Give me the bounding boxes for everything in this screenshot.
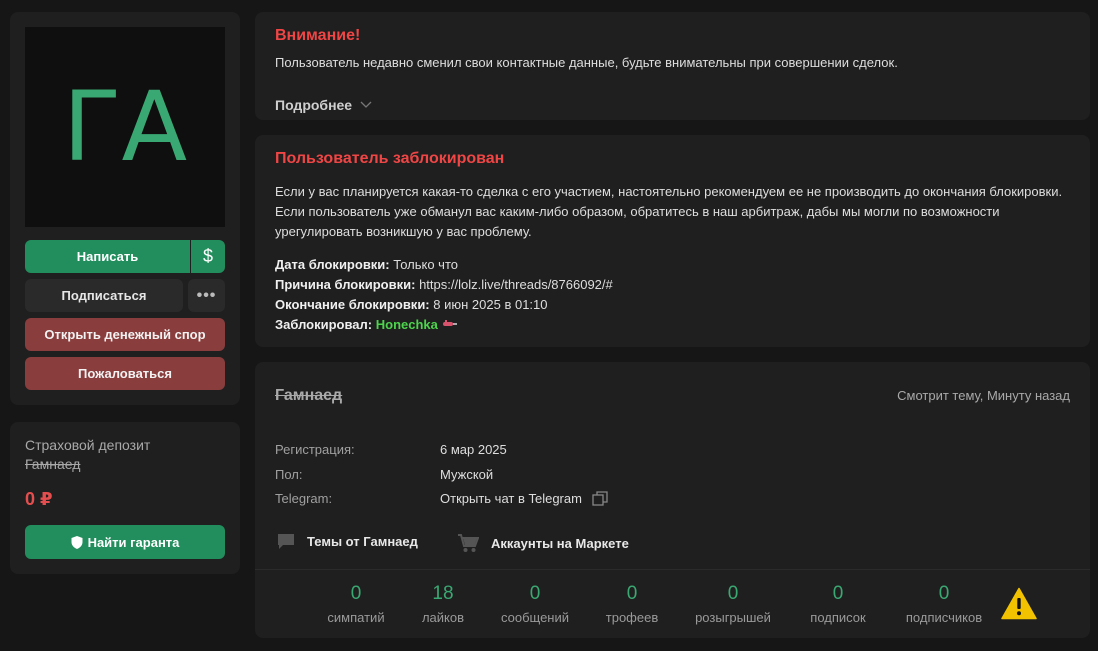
stat-sympathies[interactable]: 0 симпатий: [327, 583, 384, 627]
market-accounts-label: Аккаунты на Маркете: [491, 535, 629, 551]
user-activity-status: Смотрит тему, Минуту назад: [897, 388, 1070, 403]
ban-by-label: Заблокировал:: [275, 317, 373, 332]
user-threads-link[interactable]: Темы от Гамнаед: [277, 533, 418, 550]
stat-label: подписчиков: [905, 610, 983, 625]
open-dispute-button[interactable]: Открыть денежный спор: [25, 318, 225, 351]
profile-username: Гамнаед: [275, 387, 343, 404]
ban-date-row: Дата блокировки: Только что: [275, 255, 613, 275]
deposit-username: Гамнаед: [25, 456, 81, 472]
ban-by-row: Заблокировал: Honechka: [275, 315, 613, 337]
stat-label: симпатий: [327, 610, 385, 625]
comment-icon: [278, 534, 294, 549]
deposit-card: Страховой депозит Гамнаед 0 ₽ Найти гара…: [10, 422, 240, 574]
user-threads-label: Темы от Гамнаед: [307, 534, 418, 549]
gender-value: Мужской: [440, 467, 494, 482]
blocker-username[interactable]: Honechka: [376, 317, 438, 332]
stat-label: лайков: [421, 610, 465, 625]
stat-value: 0: [832, 583, 844, 604]
ban-reason-label: Причина блокировки:: [275, 277, 416, 292]
ban-title: Пользователь заблокирован: [275, 150, 505, 167]
ban-details: Дата блокировки: Только что Причина блок…: [275, 255, 613, 337]
stat-value: 0: [626, 583, 638, 604]
ban-end-label: Окончание блокировки:: [275, 297, 430, 312]
telegram-link-label: Открыть чат в Telegram: [440, 491, 582, 506]
more-details-label: Подробнее: [275, 97, 353, 113]
telegram-label: Telegram:: [275, 491, 333, 506]
stat-value: 0: [727, 583, 739, 604]
deposit-amount: 0 ₽: [25, 489, 53, 509]
cart-icon: [458, 534, 479, 552]
ban-date-value: Только что: [393, 257, 458, 272]
ban-date-label: Дата блокировки:: [275, 257, 390, 272]
stat-value: 0: [938, 583, 950, 604]
shield-icon: [71, 535, 83, 549]
profile-card: Гамнаед Смотрит тему, Минуту назад Регис…: [255, 362, 1090, 638]
stat-likes[interactable]: 18 лайков: [422, 583, 464, 627]
user-actions-card: ГА Написать $ Подписаться ••• Открыть де…: [10, 12, 240, 405]
deposit-label: Страховой депозит: [25, 437, 151, 453]
stat-label: розыгрышей: [695, 610, 771, 625]
stat-subscriptions[interactable]: 0 подписок: [810, 583, 865, 627]
stat-followers[interactable]: 0 подписчиков: [906, 583, 982, 627]
gender-label: Пол:: [275, 467, 303, 482]
write-message-button[interactable]: Написать: [25, 240, 190, 273]
ban-reason-row: Причина блокировки: https://lolz.live/th…: [275, 275, 613, 295]
registration-value: 6 мар 2025: [440, 442, 507, 457]
more-details-toggle[interactable]: Подробнее: [275, 97, 372, 113]
copy-icon[interactable]: [592, 491, 608, 506]
ban-notice: Пользователь заблокирован Если у вас пла…: [255, 135, 1090, 347]
stat-value: 18: [432, 583, 454, 604]
warning-title: Внимание!: [275, 27, 361, 44]
dollar-icon[interactable]: $: [191, 240, 225, 273]
contact-change-warning: Внимание! Пользователь недавно сменил св…: [255, 12, 1090, 120]
avatar-initials: ГА: [62, 71, 188, 183]
stat-label: подписок: [810, 610, 866, 625]
stat-value: 0: [529, 583, 541, 604]
stat-value: 0: [350, 583, 362, 604]
more-icon[interactable]: •••: [188, 279, 225, 312]
divider: [255, 569, 1090, 570]
report-button[interactable]: Пожаловаться: [25, 357, 225, 390]
warning-text: Пользователь недавно сменил свои контакт…: [275, 55, 898, 70]
find-guarantor-label: Найти гаранта: [87, 534, 180, 550]
registration-label: Регистрация:: [275, 442, 355, 457]
warning-icon[interactable]: [1001, 587, 1037, 620]
ban-end-row: Окончание блокировки: 8 июн 2025 в 01:10: [275, 295, 613, 315]
find-guarantor-button[interactable]: Найти гаранта: [25, 525, 225, 559]
ban-text: Если у вас планируется какая-то сделка с…: [275, 184, 1063, 239]
avatar[interactable]: ГА: [25, 27, 225, 227]
stat-label: сообщений: [500, 610, 570, 625]
ban-reason-link[interactable]: https://lolz.live/threads/8766092/#: [419, 277, 613, 292]
telegram-link[interactable]: Открыть чат в Telegram: [440, 491, 608, 506]
stat-messages[interactable]: 0 сообщений: [501, 583, 569, 627]
moderator-badge-icon: [442, 317, 458, 337]
stat-giveaways[interactable]: 0 розыгрышей: [695, 583, 771, 627]
chevron-down-icon: [360, 101, 372, 108]
follow-button[interactable]: Подписаться: [25, 279, 183, 312]
stat-label: трофеев: [605, 610, 659, 625]
market-accounts-link[interactable]: Аккаунты на Маркете: [457, 533, 629, 553]
stat-trophies[interactable]: 0 трофеев: [606, 583, 658, 627]
ban-end-value: 8 июн 2025 в 01:10: [433, 297, 548, 312]
